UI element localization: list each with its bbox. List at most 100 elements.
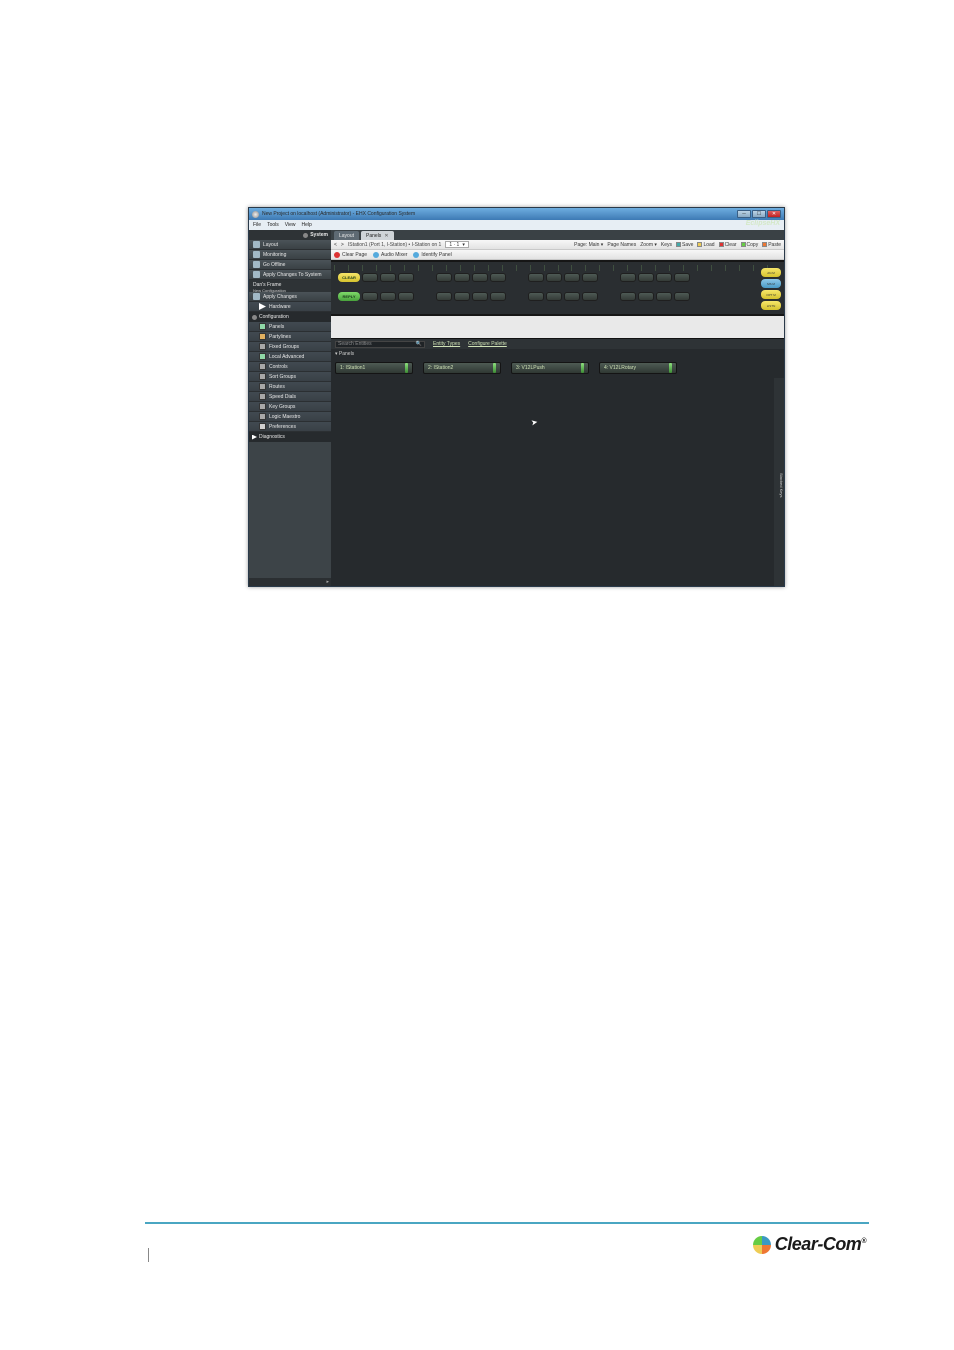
tab-layout[interactable]: Layout [334, 231, 359, 240]
key-slot[interactable] [638, 292, 654, 301]
reply-key[interactable]: REPLY [338, 292, 360, 301]
key-slot[interactable] [620, 292, 636, 301]
section-system[interactable]: System [249, 230, 331, 240]
menu-help[interactable]: Help [302, 222, 312, 228]
key-slot[interactable] [490, 292, 506, 301]
key-slot[interactable] [564, 292, 580, 301]
palette-card-v12lpush[interactable]: 3: V12LPush [511, 362, 589, 374]
sidebar-item-key-groups[interactable]: Key Groups [249, 402, 331, 412]
sidebar-item-controls[interactable]: Controls [249, 362, 331, 372]
save-button[interactable]: Save [676, 242, 693, 248]
sidebar-item-local-advanced[interactable]: Local Advanced [249, 352, 331, 362]
key-slot[interactable] [546, 292, 562, 301]
identify-panel-button[interactable]: Identify Panel [413, 252, 451, 258]
nav-back-button[interactable]: < [334, 242, 337, 248]
key-slot[interactable] [582, 273, 598, 282]
menu-view[interactable]: View [285, 222, 296, 228]
stacked-keys-tab[interactable]: Stacked Keys [774, 378, 784, 586]
opt-m-button[interactable]: OPT M [761, 290, 781, 299]
key-slot[interactable] [582, 292, 598, 301]
key-slot[interactable] [398, 292, 414, 301]
clearcom-logo-icon [753, 1236, 771, 1254]
sidebar-item-logic-maestro[interactable]: Logic Maestro [249, 412, 331, 422]
key-slot[interactable] [546, 273, 562, 282]
apply-icon [253, 293, 260, 300]
window-minimize-button[interactable]: ─ [737, 210, 751, 218]
sidebar: System Layout Monitoring Go Offline Appl… [249, 230, 331, 586]
key-slot[interactable] [398, 273, 414, 282]
key-slot[interactable] [620, 273, 636, 282]
clear-page-button[interactable]: Clear Page [334, 252, 367, 258]
ms-m-button[interactable]: MS M [761, 279, 781, 288]
menu-file[interactable]: File [253, 222, 261, 228]
key-slot[interactable] [454, 273, 470, 282]
paste-button[interactable]: Paste [762, 242, 781, 248]
key-slot[interactable] [436, 292, 452, 301]
key-slot[interactable] [638, 273, 654, 282]
sidebar-item-go-offline[interactable]: Go Offline [249, 260, 331, 270]
clearcom-wordmark: Clear-Com® [775, 1234, 866, 1255]
key-slot[interactable] [564, 273, 580, 282]
key-slot[interactable] [528, 273, 544, 282]
key-slot[interactable] [472, 273, 488, 282]
sidebar-item-partylines[interactable]: Partylines [249, 332, 331, 342]
key-slot[interactable] [380, 292, 396, 301]
clear-key[interactable]: CLEAR [338, 273, 360, 282]
key-slot[interactable] [436, 273, 452, 282]
page-names-button[interactable]: Page Names [607, 242, 636, 248]
key-slot[interactable] [674, 273, 690, 282]
sidebar-item-panels[interactable]: Panels [249, 322, 331, 332]
tab-panels[interactable]: Panels ✕ [361, 231, 394, 240]
section-diagnostics[interactable]: Diagnostics [249, 432, 331, 442]
ruler [334, 265, 781, 271]
tab-close-icon[interactable]: ✕ [384, 233, 388, 239]
copy-button[interactable]: Copy [741, 242, 759, 248]
sidebar-item-layout[interactable]: Layout [249, 240, 331, 250]
nav-forward-button[interactable]: > [341, 242, 344, 248]
btn-label: Audio Mixer [381, 252, 407, 258]
palette-card-istation1[interactable]: 1: IStation1 [335, 362, 413, 374]
key-slot[interactable] [490, 273, 506, 282]
sidebar-item-speed-dials[interactable]: Speed Dials [249, 392, 331, 402]
key-slot[interactable] [528, 292, 544, 301]
btn-label: Save [682, 242, 693, 248]
sidebar-item-hardware[interactable]: Hardware [249, 302, 331, 312]
palette-card-v12lrotary[interactable]: 4: V12LRotary [599, 362, 677, 374]
sidebar-scrollbar[interactable]: ▸ [249, 578, 331, 586]
palette-card-istation2[interactable]: 2: IStation2 [423, 362, 501, 374]
window-close-button[interactable]: ✕ [767, 210, 781, 218]
search-input[interactable]: Search Entities 🔍 [335, 341, 425, 348]
entity-types-link[interactable]: Entity Types [433, 341, 460, 347]
key-slot[interactable] [656, 292, 672, 301]
sidebar-item-apply-changes-system[interactable]: Apply Changes To System [249, 270, 331, 280]
key-slot[interactable] [656, 273, 672, 282]
menu-tools[interactable]: Tools [267, 222, 279, 228]
an-m-button[interactable]: AN.M [761, 268, 781, 277]
audio-mixer-button[interactable]: Audio Mixer [373, 252, 407, 258]
configure-palette-link[interactable]: Configure Palette [468, 341, 507, 347]
key-slot[interactable] [454, 292, 470, 301]
sidebar-item-routes[interactable]: Routes [249, 382, 331, 392]
sidebar-item-monitoring[interactable]: Monitoring [249, 250, 331, 260]
sidebar-item-apply-changes[interactable]: Apply Changes [249, 292, 331, 302]
key-slot[interactable] [380, 273, 396, 282]
key-slot[interactable] [362, 292, 378, 301]
sidebar-item-sort-groups[interactable]: Sort Groups [249, 372, 331, 382]
page-menu[interactable]: Page: Main ▾ [574, 242, 603, 248]
clear-button[interactable]: Clear [719, 242, 737, 248]
sidebar-item-fixed-groups[interactable]: Fixed Groups [249, 342, 331, 352]
zoom-menu[interactable]: Zoom ▾ [640, 242, 657, 248]
listn-button[interactable]: LISTN [761, 301, 781, 310]
key-slot[interactable] [674, 292, 690, 301]
load-button[interactable]: Load [697, 242, 714, 248]
sidebar-empty [249, 442, 331, 578]
page-combo[interactable]: 1 · 1 ▾ [445, 241, 469, 248]
window-maximize-button[interactable]: ☐ [752, 210, 766, 218]
section-configuration[interactable]: Configuration [249, 312, 331, 322]
key-slot[interactable] [362, 273, 378, 282]
sidebar-item-preferences[interactable]: Preferences [249, 422, 331, 432]
key-slot[interactable] [472, 292, 488, 301]
section-label: Diagnostics [259, 434, 285, 440]
palette-expander[interactable]: ▾ Panels [331, 349, 784, 358]
keys-button[interactable]: Keys [661, 242, 672, 248]
